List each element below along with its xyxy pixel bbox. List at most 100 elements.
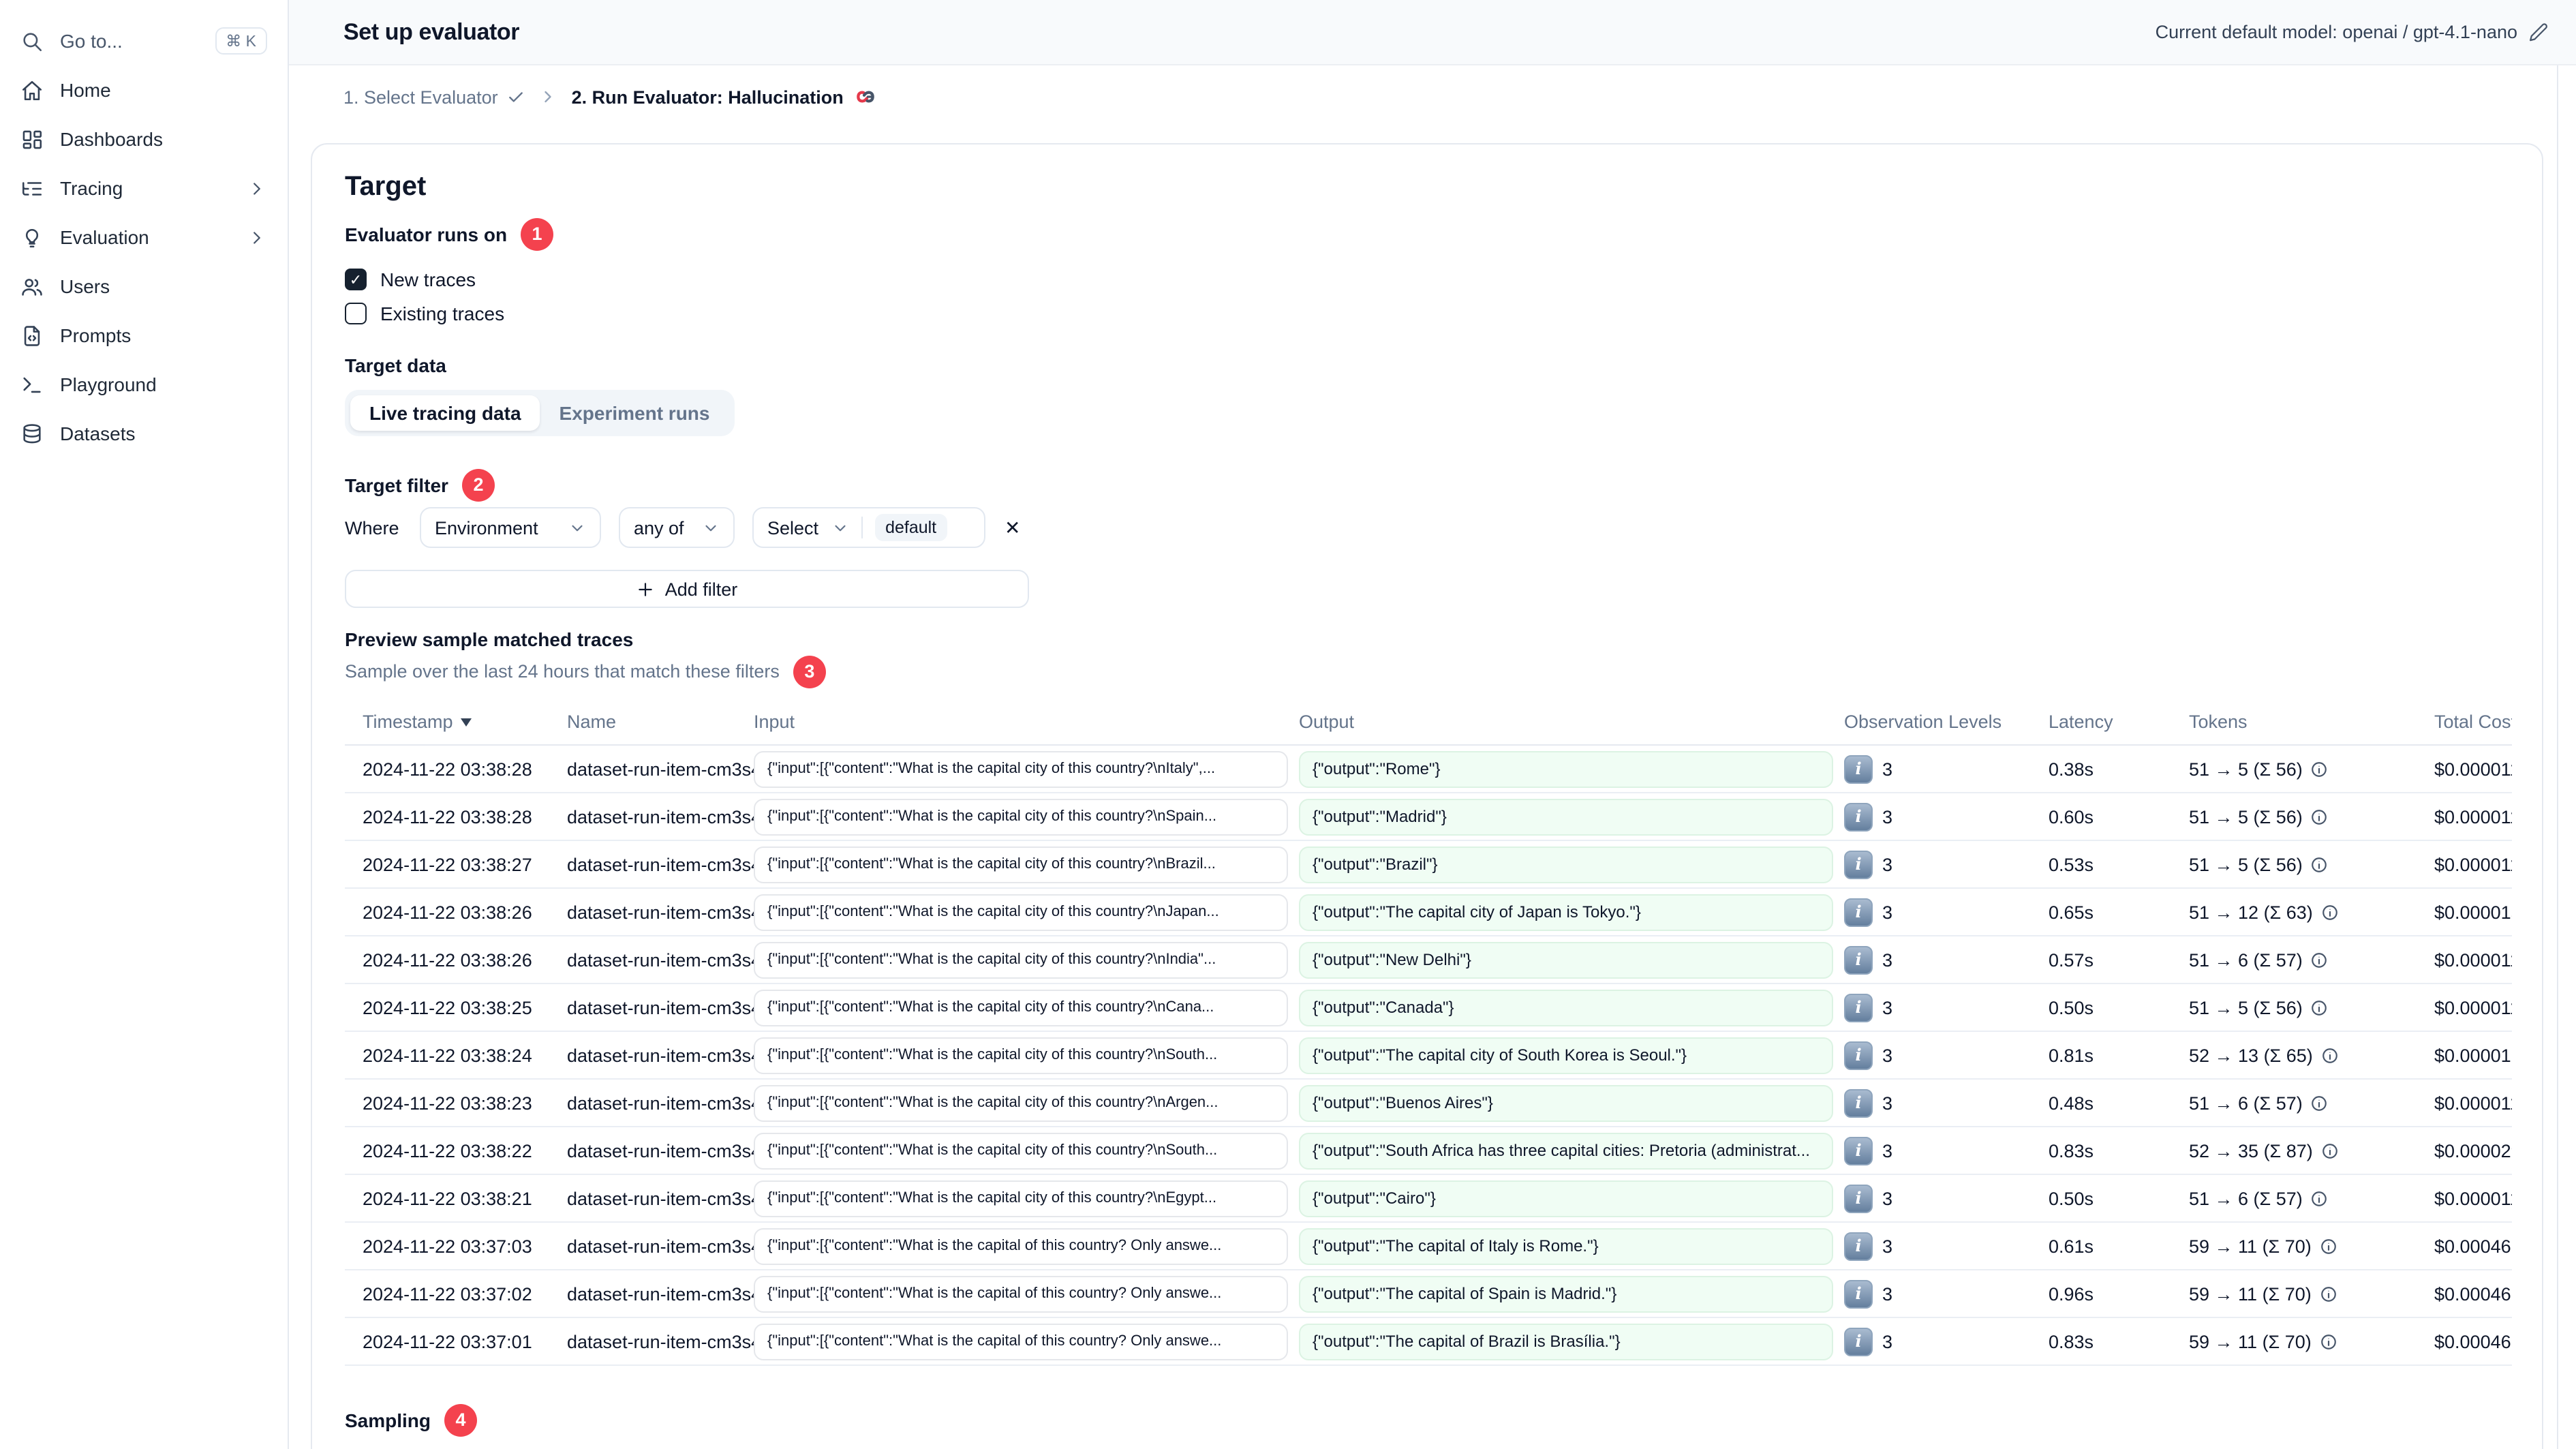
column-header-timestamp[interactable]: Timestamp <box>345 712 567 732</box>
input-json-box[interactable]: {"input":[{"content":"What is the capita… <box>754 1132 1288 1169</box>
filter-column-select[interactable]: Environment <box>420 507 601 548</box>
table-row[interactable]: 2024-11-22 03:38:23 dataset-run-item-cm3… <box>345 1080 2512 1127</box>
info-circle-icon[interactable] <box>2311 1094 2329 1112</box>
output-json-box[interactable]: {"output":"South Africa has three capita… <box>1299 1132 1833 1169</box>
sidebar-item-users[interactable]: Users <box>0 262 288 311</box>
cell-input: {"input":[{"content":"What is the capita… <box>754 1132 1299 1169</box>
cell-name: dataset-run-item-cm3s4 <box>567 1140 754 1161</box>
table-row[interactable]: 2024-11-22 03:38:22 dataset-run-item-cm3… <box>345 1127 2512 1175</box>
default-model-label: Current default model: openai / gpt-4.1-… <box>2155 22 2517 42</box>
filter-operator-select[interactable]: any of <box>619 507 735 548</box>
add-filter-button[interactable]: Add filter <box>345 570 1029 608</box>
cell-input: {"input":[{"content":"What is the capita… <box>754 1323 1299 1360</box>
cell-total-cost: $0.000029 <box>2434 1140 2512 1161</box>
cell-name: dataset-run-item-cm3s4 <box>567 1331 754 1352</box>
checkbox-unchecked-icon[interactable] <box>345 303 367 324</box>
info-circle-icon[interactable] <box>2311 808 2329 825</box>
main-area: Set up evaluator Current default model: … <box>289 0 2576 1449</box>
sidebar-item-playground[interactable]: Playground <box>0 360 288 409</box>
output-json-box[interactable]: {"output":"The capital of Brazil is Bras… <box>1299 1323 1833 1360</box>
table-row[interactable]: 2024-11-22 03:37:03 dataset-run-item-cm3… <box>345 1223 2512 1270</box>
table-row[interactable]: 2024-11-22 03:37:01 dataset-run-item-cm3… <box>345 1318 2512 1366</box>
output-json-box[interactable]: {"output":"Brazil"} <box>1299 846 1833 883</box>
sidebar-item-prompts[interactable]: Prompts <box>0 311 288 360</box>
output-json-box[interactable]: {"output":"The capital city of Japan is … <box>1299 894 1833 930</box>
output-json-box[interactable]: {"output":"Canada"} <box>1299 989 1833 1026</box>
table-row[interactable]: 2024-11-22 03:38:28 dataset-run-item-cm3… <box>345 746 2512 793</box>
filter-value-chip[interactable]: default <box>874 514 948 541</box>
cell-total-cost: $0.000011 ( <box>2434 997 2512 1018</box>
breadcrumb-step-1[interactable]: 1. Select Evaluator <box>343 87 525 107</box>
table-row[interactable]: 2024-11-22 03:38:27 dataset-run-item-cm3… <box>345 841 2512 889</box>
cell-latency: 0.81s <box>2049 1045 2094 1065</box>
input-json-box[interactable]: {"input":[{"content":"What is the capita… <box>754 941 1288 978</box>
table-row[interactable]: 2024-11-22 03:38:26 dataset-run-item-cm3… <box>345 889 2512 936</box>
info-circle-icon[interactable] <box>2311 1189 2329 1207</box>
table-row[interactable]: 2024-11-22 03:38:28 dataset-run-item-cm3… <box>345 793 2512 841</box>
cell-latency: 0.60s <box>2049 806 2094 827</box>
input-json-box[interactable]: {"input":[{"content":"What is the capita… <box>754 1084 1288 1121</box>
table-row[interactable]: 2024-11-22 03:38:21 dataset-run-item-cm3… <box>345 1175 2512 1223</box>
page-scrollbar[interactable] <box>2557 65 2576 1449</box>
input-json-box[interactable]: {"input":[{"content":"What is the capita… <box>754 750 1288 787</box>
cell-input: {"input":[{"content":"What is the capita… <box>754 1227 1299 1264</box>
output-json-box[interactable]: {"output":"The capital of Spain is Madri… <box>1299 1275 1833 1312</box>
info-circle-icon[interactable] <box>2311 998 2329 1016</box>
input-json-box[interactable]: {"input":[{"content":"What is the capita… <box>754 1037 1288 1073</box>
sidebar-item-tracing[interactable]: Tracing <box>0 164 288 213</box>
sidebar-item-evaluation[interactable]: Evaluation <box>0 213 288 262</box>
info-circle-icon[interactable] <box>2311 951 2329 968</box>
checkbox-checked-icon[interactable]: ✓ <box>345 269 367 290</box>
info-circle-icon[interactable] <box>2321 1046 2339 1064</box>
tab-live-tracing-data[interactable]: Live tracing data <box>350 395 540 431</box>
column-header-name: Name <box>567 712 617 732</box>
table-row[interactable]: 2024-11-22 03:37:02 dataset-run-item-cm3… <box>345 1270 2512 1318</box>
cell-timestamp: 2024-11-22 03:38:28 <box>363 759 532 779</box>
go-to-search[interactable]: Go to... ⌘ K <box>0 16 288 65</box>
users-icon <box>20 275 44 298</box>
input-json-box[interactable]: {"input":[{"content":"What is the capita… <box>754 798 1288 835</box>
info-circle-icon[interactable] <box>2321 903 2339 921</box>
cell-timestamp: 2024-11-22 03:37:02 <box>363 1283 532 1304</box>
breadcrumb-separator-icon <box>539 87 558 106</box>
info-circle-icon[interactable] <box>2320 1285 2337 1302</box>
input-json-box[interactable]: {"input":[{"content":"What is the capita… <box>754 989 1288 1026</box>
output-json-box[interactable]: {"output":"Rome"} <box>1299 750 1833 787</box>
tab-experiment-runs[interactable]: Experiment runs <box>540 395 729 431</box>
cell-name: dataset-run-item-cm3s4 <box>567 759 754 779</box>
table-row[interactable]: 2024-11-22 03:38:26 dataset-run-item-cm3… <box>345 936 2512 984</box>
info-circle-icon[interactable] <box>2321 1142 2339 1159</box>
input-json-box[interactable]: {"input":[{"content":"What is the capita… <box>754 846 1288 883</box>
output-json-box[interactable]: {"output":"The capital of Italy is Rome.… <box>1299 1227 1833 1264</box>
output-json-box[interactable]: {"output":"New Delhi"} <box>1299 941 1833 978</box>
sidebar-item-dashboards[interactable]: Dashboards <box>0 115 288 164</box>
cell-output: {"output":"The capital city of Japan is … <box>1299 894 1844 930</box>
input-json-box[interactable]: {"input":[{"content":"What is the capita… <box>754 1323 1288 1360</box>
cell-observation-levels: i 3 <box>1844 993 2049 1022</box>
filter-value-select[interactable]: Select default <box>752 507 985 548</box>
input-json-box[interactable]: {"input":[{"content":"What is the capita… <box>754 1227 1288 1264</box>
info-circle-icon[interactable] <box>2311 855 2329 873</box>
edit-pencil-icon[interactable] <box>2528 22 2549 42</box>
table-row[interactable]: 2024-11-22 03:38:25 dataset-run-item-cm3… <box>345 984 2512 1032</box>
info-circle-icon[interactable] <box>2320 1332 2337 1350</box>
cell-tokens: 51 → 12 (Σ 63) <box>2189 902 2434 922</box>
input-json-box[interactable]: {"input":[{"content":"What is the capita… <box>754 894 1288 930</box>
table-row[interactable]: 2024-11-22 03:38:24 dataset-run-item-cm3… <box>345 1032 2512 1080</box>
output-json-box[interactable]: {"output":"Madrid"} <box>1299 798 1833 835</box>
checkbox-new-traces[interactable]: ✓ New traces <box>345 266 2509 293</box>
input-json-box[interactable]: {"input":[{"content":"What is the capita… <box>754 1180 1288 1217</box>
cell-latency: 0.83s <box>2049 1331 2094 1352</box>
output-json-box[interactable]: {"output":"Cairo"} <box>1299 1180 1833 1217</box>
output-json-box[interactable]: {"output":"The capital city of South Kor… <box>1299 1037 1833 1073</box>
output-json-box[interactable]: {"output":"Buenos Aires"} <box>1299 1084 1833 1121</box>
info-circle-icon[interactable] <box>2320 1237 2337 1255</box>
remove-filter-icon[interactable]: ✕ <box>1005 516 1020 539</box>
input-json-box[interactable]: {"input":[{"content":"What is the capita… <box>754 1275 1288 1312</box>
sidebar-item-home[interactable]: Home <box>0 65 288 115</box>
cell-timestamp: 2024-11-22 03:38:22 <box>363 1140 532 1161</box>
checkbox-existing-traces[interactable]: Existing traces <box>345 300 2509 327</box>
shortcut-badge: ⌘ K <box>215 27 267 55</box>
info-circle-icon[interactable] <box>2311 760 2329 778</box>
sidebar-item-datasets[interactable]: Datasets <box>0 409 288 458</box>
